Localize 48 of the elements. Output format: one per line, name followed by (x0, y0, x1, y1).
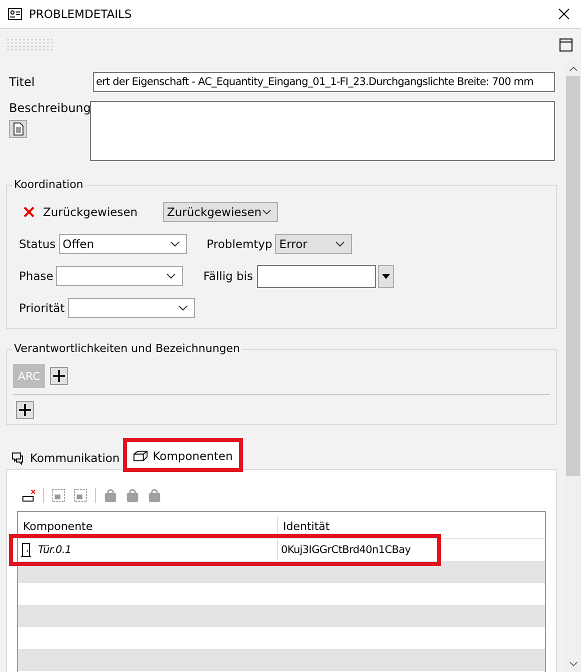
scroll-down-icon[interactable] (568, 661, 578, 667)
tab[interactable]: Kommunikation (8, 447, 126, 469)
field-label: Priorität (19, 301, 65, 315)
remove-icon[interactable] (21, 488, 36, 502)
scroll-up-icon[interactable] (568, 66, 578, 72)
problem-type-dropdown[interactable]: Error (275, 234, 352, 254)
state-label: Zurückgewiesen (43, 205, 139, 219)
chevron-down-icon (178, 305, 188, 311)
column-header[interactable]: Identität (278, 516, 545, 538)
title-field[interactable]: ert der Eigenschaft - AC_Equantity_Eingang_01_1-FI_23.Durchgangslichte Breite: 700 mm (93, 72, 555, 92)
bag-icon (103, 488, 118, 502)
tab[interactable]: Komponenten (126, 441, 240, 469)
plus-icon[interactable] (16, 401, 34, 419)
date-field[interactable] (256, 264, 376, 288)
bag-icon (147, 488, 162, 502)
field-label: Phase (19, 269, 54, 283)
panel-icon (8, 8, 22, 20)
door-icon (21, 543, 31, 557)
description-field[interactable] (90, 101, 555, 161)
cross-icon (23, 206, 35, 218)
table-cell-text: 0Kuj3IGGrCtBrd40n1CBay (280, 543, 412, 558)
group-title: Koordination (12, 178, 86, 191)
plus-icon[interactable] (50, 367, 68, 385)
chevron-down-icon (335, 241, 346, 247)
bag-icon (125, 488, 140, 502)
state-dropdown[interactable]: Zurückgewiesen (163, 202, 278, 222)
window-title: PROBLEMDETAILS (29, 7, 133, 21)
remove-selection-icon (73, 488, 88, 502)
window-icon[interactable] (559, 38, 573, 52)
chevron-down-icon (170, 241, 180, 247)
status-dropdown[interactable]: Offen (58, 234, 187, 254)
speech-bubbles-icon (10, 451, 25, 465)
close-icon[interactable] (558, 8, 570, 20)
box-icon (132, 448, 148, 462)
document-icon[interactable] (9, 120, 27, 138)
chevron-down-icon (262, 209, 271, 215)
field-label: Fällig bis (203, 269, 253, 283)
field-label: Beschreibung (8, 101, 92, 115)
component-name: Tür.0.1 (38, 544, 72, 556)
field-label: Problemtyp (206, 237, 272, 251)
chevron-down-icon (166, 273, 176, 279)
group-title: Verantwortlichkeiten und Bezeichnungen (12, 342, 242, 355)
date-picker-button[interactable] (378, 264, 394, 288)
column-header[interactable]: Komponente (18, 516, 278, 538)
field-label: Status (19, 237, 56, 251)
add-selection-icon (51, 488, 66, 502)
field-label: Titel (8, 75, 36, 89)
triangle-down-icon (382, 274, 390, 278)
